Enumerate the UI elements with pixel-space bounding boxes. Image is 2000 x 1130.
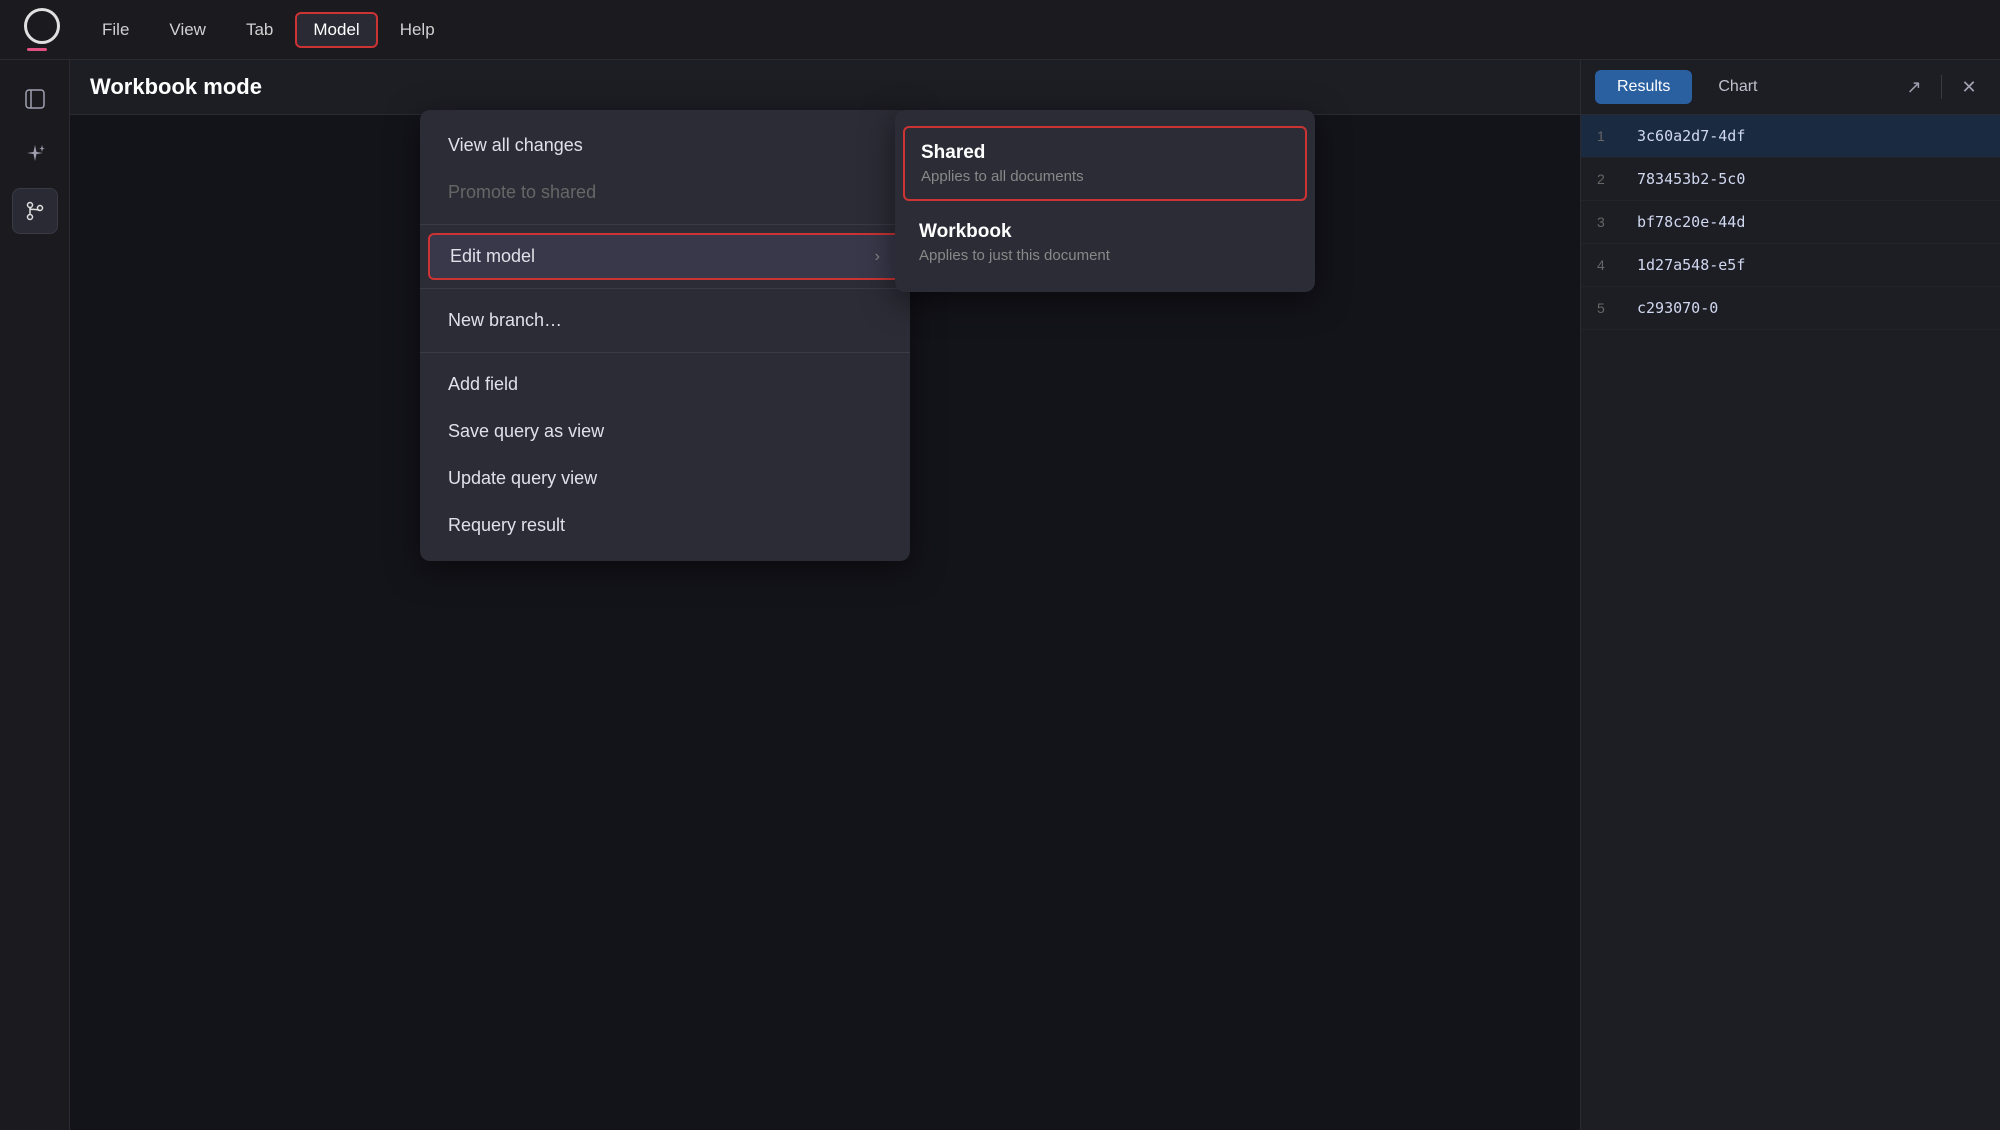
menu-bar: File View Tab Model Help <box>0 0 2000 60</box>
close-icon[interactable]: ✕ <box>1952 70 1986 104</box>
menu-item-promote-to-shared: Promote to shared <box>420 169 910 216</box>
row-value: 783453b2-5c0 <box>1637 170 1745 188</box>
menu-help[interactable]: Help <box>382 12 453 48</box>
menu-item-edit-model[interactable]: Edit model › <box>428 233 902 280</box>
app-logo <box>20 8 64 52</box>
menu-file[interactable]: File <box>84 12 147 48</box>
header-divider <box>1941 75 1942 99</box>
row-number: 5 <box>1597 300 1637 316</box>
menu-separator <box>420 224 910 225</box>
ai-sparkle-icon[interactable] <box>12 132 58 178</box>
submenu-item-workbook-title: Workbook <box>919 221 1291 243</box>
menu-item-view-all-changes[interactable]: View all changes <box>420 122 910 169</box>
row-value: bf78c20e-44d <box>1637 213 1745 231</box>
menu-tab[interactable]: Tab <box>228 12 291 48</box>
menu-view[interactable]: View <box>151 12 224 48</box>
edit-model-submenu: Shared Applies to all documents Workbook… <box>895 110 1315 292</box>
workbook-title: Workbook mode <box>90 74 262 100</box>
toggle-sidebar-icon[interactable] <box>12 76 58 122</box>
row-value: 1d27a548-e5f <box>1637 256 1745 274</box>
row-value: 3c60a2d7-4df <box>1637 127 1745 145</box>
workbook-header: Workbook mode <box>70 60 1580 115</box>
right-panel-header: Results Chart ↗ ✕ <box>1581 60 2000 115</box>
model-dropdown-menu: View all changes Promote to shared Edit … <box>420 110 910 561</box>
left-sidebar <box>0 60 70 1130</box>
results-table: 1 3c60a2d7-4df 2 783453b2-5c0 3 bf78c20e… <box>1581 115 2000 1130</box>
submenu-item-workbook[interactable]: Workbook Applies to just this document <box>895 205 1315 280</box>
table-row: 5 c293070-0 <box>1581 287 2000 330</box>
row-number: 3 <box>1597 214 1637 230</box>
row-number: 1 <box>1597 128 1637 144</box>
menu-item-add-field[interactable]: Add field <box>420 361 910 408</box>
menu-separator-2 <box>420 288 910 289</box>
table-row: 3 bf78c20e-44d <box>1581 201 2000 244</box>
submenu-item-shared[interactable]: Shared Applies to all documents <box>903 126 1307 201</box>
expand-icon[interactable]: ↗ <box>1897 70 1931 104</box>
row-number: 2 <box>1597 171 1637 187</box>
row-value: c293070-0 <box>1637 299 1718 317</box>
menu-items: File View Tab Model Help <box>84 12 453 48</box>
submenu-item-workbook-desc: Applies to just this document <box>919 247 1291 264</box>
menu-item-save-query[interactable]: Save query as view <box>420 408 910 455</box>
table-row: 1 3c60a2d7-4df <box>1581 115 2000 158</box>
branch-icon[interactable] <box>12 188 58 234</box>
table-row: 4 1d27a548-e5f <box>1581 244 2000 287</box>
header-icons: ↗ ✕ <box>1897 70 1986 104</box>
menu-item-new-branch[interactable]: New branch… <box>420 297 910 344</box>
results-tabs: Results Chart <box>1595 70 1779 104</box>
menu-item-update-query[interactable]: Update query view <box>420 455 910 502</box>
right-panel: Results Chart ↗ ✕ 1 3c60a2d7-4df 2 78345… <box>1580 60 2000 1130</box>
tab-chart[interactable]: Chart <box>1696 70 1779 104</box>
submenu-item-shared-desc: Applies to all documents <box>921 168 1289 185</box>
row-number: 4 <box>1597 257 1637 273</box>
tab-results[interactable]: Results <box>1595 70 1692 104</box>
table-row: 2 783453b2-5c0 <box>1581 158 2000 201</box>
menu-item-requery-result[interactable]: Requery result <box>420 502 910 549</box>
edit-model-label: Edit model <box>450 246 535 267</box>
menu-model[interactable]: Model <box>295 12 377 48</box>
submenu-item-shared-title: Shared <box>921 142 1289 164</box>
menu-separator-3 <box>420 352 910 353</box>
submenu-chevron-icon: › <box>875 248 880 266</box>
